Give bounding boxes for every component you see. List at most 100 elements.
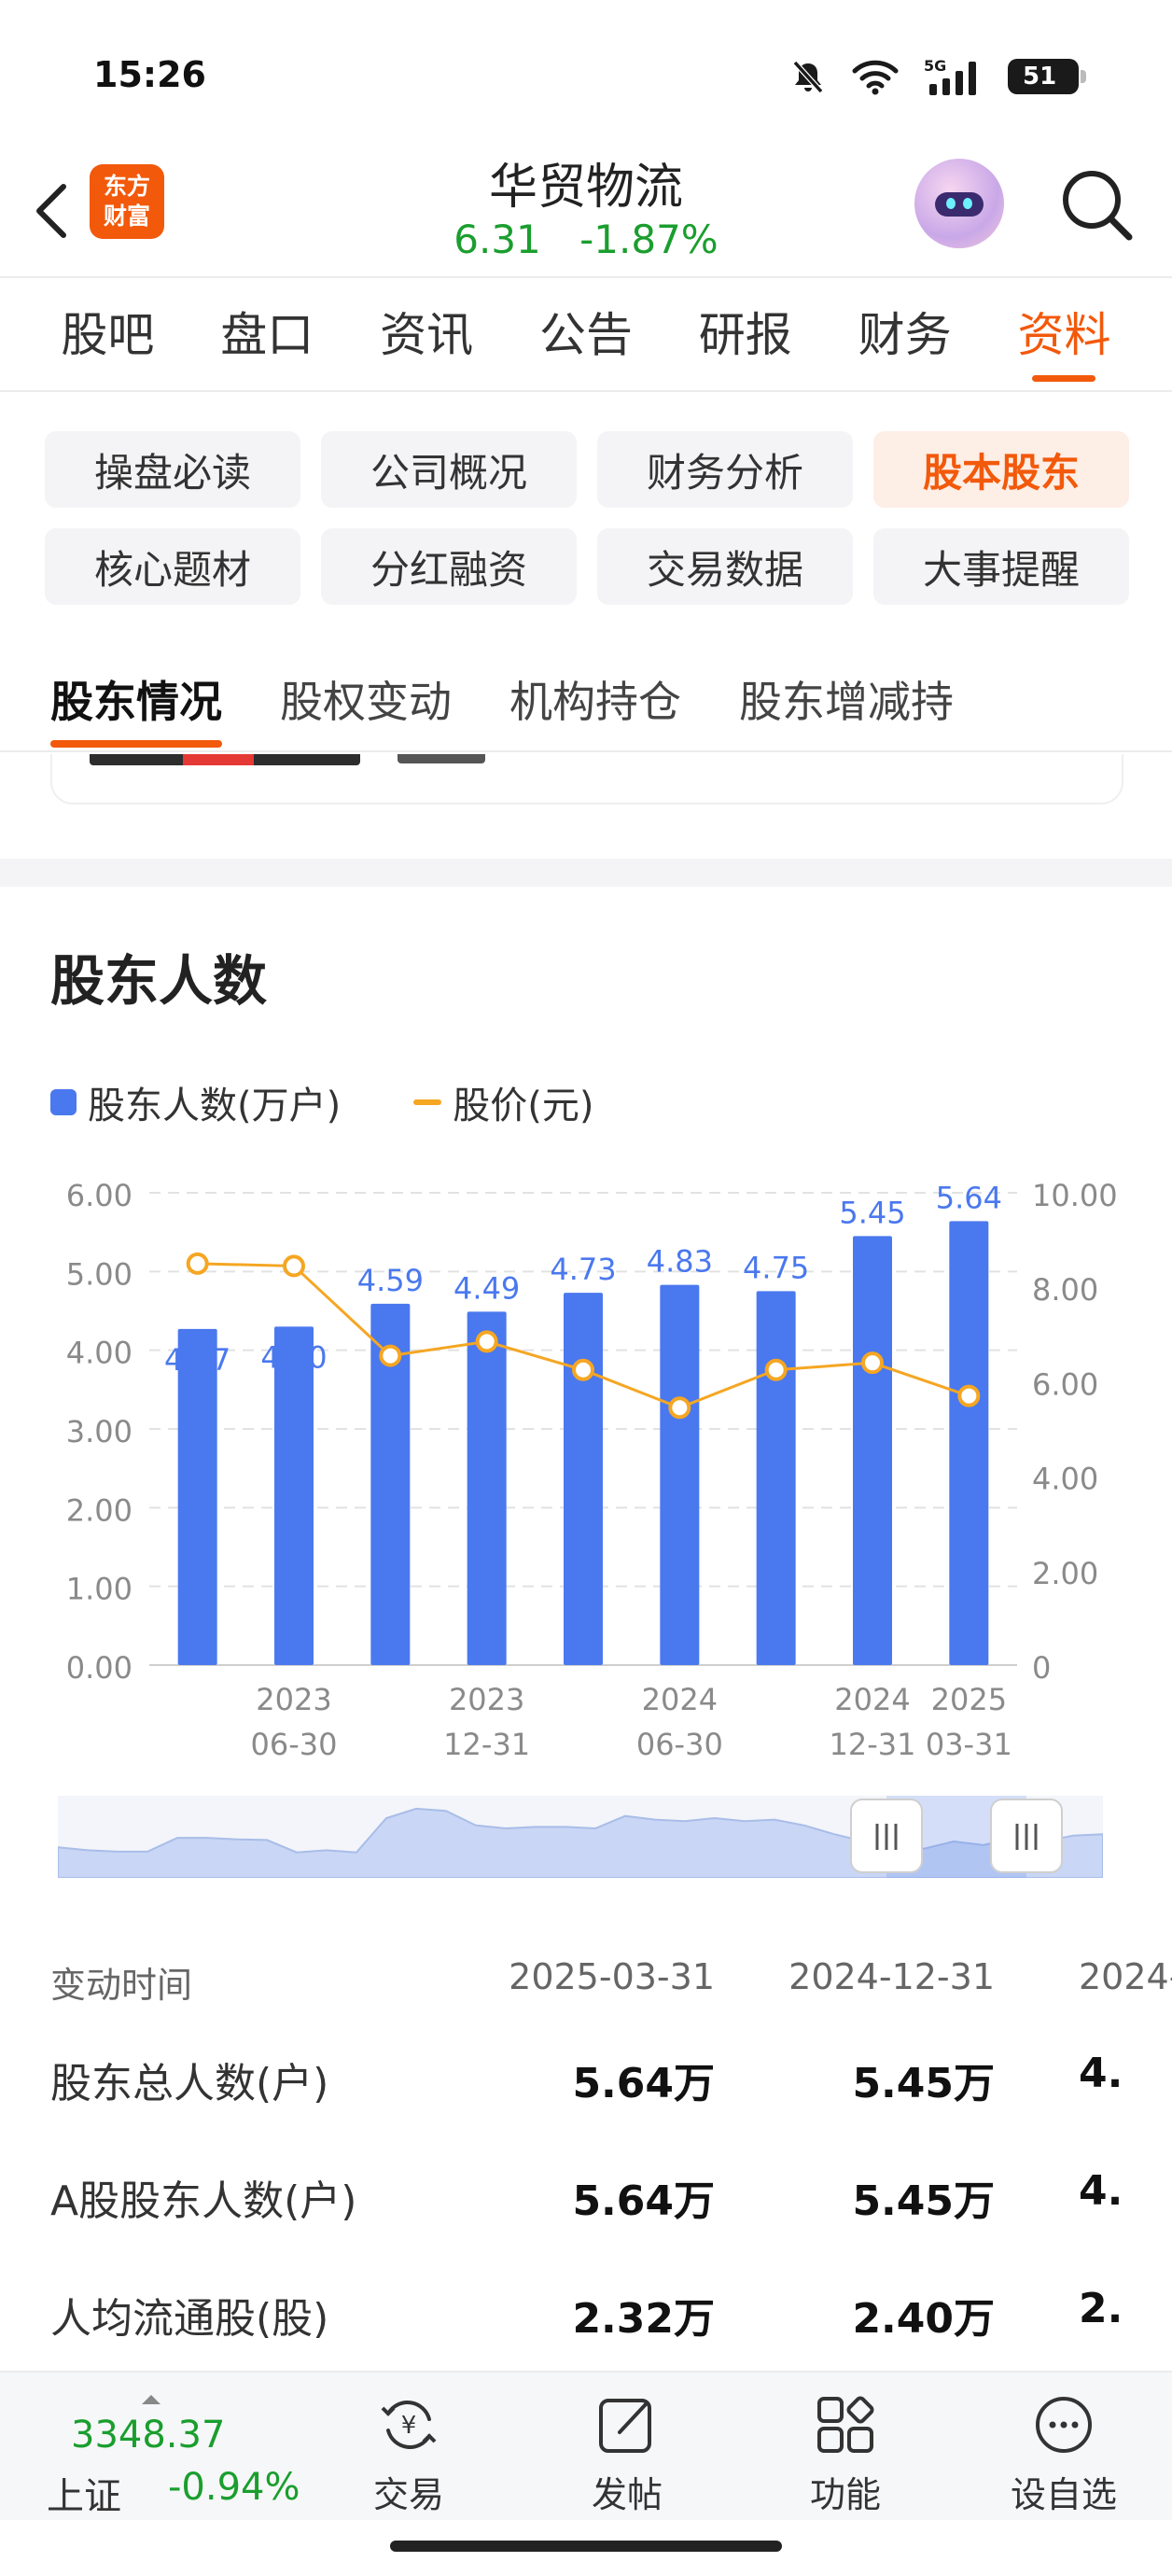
y-right-tick-label: 2.00 — [1032, 1556, 1098, 1591]
shareholder-chart: 0.00 1.00 2.00 3.00 4.00 5.00 6.00 0 2.00 4.00 6.0… — [66, 1178, 1118, 1762]
chip-dividends[interactable]: 分红融资 — [321, 528, 577, 605]
chip-company-overview[interactable]: 公司概况 — [321, 431, 577, 508]
price-point — [572, 1358, 594, 1381]
bar-value-label: 5.45 — [839, 1195, 905, 1230]
table-header-label: 变动时间 — [50, 1965, 193, 2006]
tab-shareholders[interactable]: 股东情况 — [50, 652, 222, 751]
table-cell: 5.45万 — [852, 2177, 995, 2225]
profile-sub-nav: 操盘必读 公司概况 财务分析 股本股东 核心题材 分红融资 交易数据 大事提醒 — [45, 431, 1129, 605]
y-right-tick-label: 4.00 — [1032, 1462, 1098, 1497]
x-tick-label: 12-31 — [830, 1727, 916, 1762]
price-point — [283, 1254, 305, 1278]
chip-events[interactable]: 大事提醒 — [873, 528, 1129, 605]
tab-profile[interactable]: 资料 — [1010, 279, 1118, 391]
y-left-tick-label: 3.00 — [66, 1414, 133, 1449]
chart-legend: 股东人数(万户) 股价(元) — [50, 1075, 593, 1129]
table-cell: 2. — [1079, 2285, 1123, 2332]
table-row: 人均流通股(股) 2.32万 2.40万 2. — [0, 2251, 1172, 2369]
apps-label: 功能 — [809, 2474, 881, 2515]
x-tick-label: 03-31 — [926, 1727, 1012, 1762]
assistant-robot-icon[interactable] — [914, 159, 1004, 248]
tab-guba[interactable]: 股吧 — [53, 279, 161, 391]
stock-change: -1.87% — [579, 217, 719, 262]
x-tick-label: 2025 — [931, 1682, 1007, 1717]
legend-line-label[interactable]: 股价(元) — [453, 1075, 593, 1129]
chip-core-themes[interactable]: 核心题材 — [45, 528, 300, 605]
row-label: A股股东人数(户) — [50, 2177, 357, 2225]
bar-value-label: 4.59 — [357, 1263, 424, 1298]
add-watchlist-label: 设自选 — [1010, 2474, 1117, 2515]
status-bar: 15:26 5G 51 — [0, 0, 1172, 140]
stock-price: 6.31 — [453, 217, 541, 262]
trade-button[interactable]: ¥ 交易 — [343, 2389, 474, 2515]
tab-holding-changes[interactable]: 股东增减持 — [739, 652, 954, 751]
search-icon[interactable] — [1054, 162, 1138, 246]
svg-text:¥: ¥ — [401, 2412, 417, 2440]
status-time: 15:26 — [93, 54, 206, 95]
y-left-tick-label: 5.00 — [66, 1256, 133, 1292]
y-left-tick-label: 1.00 — [66, 1572, 133, 1607]
cellular-signal-icon: 5G — [924, 57, 976, 95]
bar — [467, 1311, 507, 1665]
table-header-cell: 2025-03-31 — [509, 1956, 715, 1997]
tab-finance[interactable]: 财务 — [851, 279, 959, 391]
bar — [274, 1326, 314, 1665]
post-button[interactable]: 发帖 — [562, 2389, 692, 2515]
add-watchlist-button[interactable]: 设自选 — [998, 2389, 1129, 2515]
expand-caret-icon — [142, 2395, 160, 2404]
table-cell: 4. — [1079, 2167, 1123, 2215]
post-icon — [599, 2399, 651, 2453]
bar-value-label: 4.27 — [164, 1342, 230, 1378]
x-tick-label: 06-30 — [251, 1727, 338, 1762]
x-tick-label: 2024 — [834, 1682, 910, 1717]
tab-announcements[interactable]: 公告 — [532, 279, 640, 391]
tab-equity-changes[interactable]: 股权变动 — [280, 652, 452, 751]
mute-icon — [792, 60, 824, 94]
section-title: 股东人数 — [50, 949, 268, 1013]
y-right-tick-label: 10.00 — [1032, 1178, 1118, 1213]
table-cell: 5.45万 — [852, 2060, 995, 2107]
table-cell: 2.32万 — [572, 2295, 715, 2343]
index-change: -0.94% — [168, 2466, 300, 2509]
tab-pankou[interactable]: 盘口 — [213, 279, 321, 391]
shareholder-table: 变动时间 2025-03-31 2024-12-31 2024- 股东总人数(户… — [0, 1932, 1172, 2369]
bar-value-label: 4.75 — [743, 1250, 809, 1285]
network-label: 5G — [924, 57, 946, 75]
tab-institutional[interactable]: 机构持仓 — [509, 652, 681, 751]
table-cell: 4. — [1079, 2050, 1123, 2097]
index-value: 3348.37 — [71, 2414, 226, 2457]
table-header-cell: 2024-12-31 — [788, 1956, 995, 1997]
chip-trading-data[interactable]: 交易数据 — [597, 528, 853, 605]
tab-research[interactable]: 研报 — [691, 279, 800, 391]
price-point — [379, 1344, 402, 1367]
x-tick-label: 2024 — [642, 1682, 718, 1717]
legend-bar-label[interactable]: 股东人数(万户) — [88, 1075, 341, 1129]
y-left-tick-label: 4.00 — [66, 1336, 133, 1371]
table-cell: 5.64万 — [572, 2177, 715, 2225]
market-index[interactable]: 3348.37 上证 -0.94% — [37, 2391, 317, 2518]
chip-trading-guide[interactable]: 操盘必读 — [45, 431, 300, 508]
x-tick-label: 2023 — [449, 1682, 524, 1717]
main-tab-bar: 股吧 盘口 资讯 公告 研报 财务 资料 — [0, 280, 1172, 392]
table-cell: 5.64万 — [572, 2060, 715, 2107]
chip-share-capital[interactable]: 股本股东 — [873, 431, 1129, 508]
bar — [949, 1221, 989, 1665]
tab-news[interactable]: 资讯 — [372, 279, 481, 391]
bar-value-label: 4.73 — [550, 1252, 616, 1287]
chart-range-slider[interactable] — [58, 1796, 1103, 1878]
table-cell: 2.40万 — [852, 2295, 995, 2343]
bottom-toolbar: 3348.37 上证 -0.94% ¥ 交易 发帖 功能 设自选 — [0, 2371, 1172, 2520]
row-label: 股东总人数(户) — [50, 2060, 329, 2107]
price-point — [764, 1358, 788, 1381]
chip-financial-analysis[interactable]: 财务分析 — [597, 431, 853, 508]
apps-button[interactable]: 功能 — [780, 2389, 911, 2515]
price-point — [186, 1252, 209, 1275]
price-point — [957, 1384, 981, 1407]
trade-label: 交易 — [372, 2474, 444, 2515]
price-point — [668, 1396, 691, 1420]
x-tick-label: 2023 — [256, 1682, 331, 1717]
bar — [660, 1284, 700, 1665]
table-row: A股股东人数(户) 5.64万 5.45万 4. — [0, 2134, 1172, 2251]
home-indicator[interactable] — [390, 2541, 782, 2552]
bar-value-label: 4.49 — [453, 1270, 520, 1306]
